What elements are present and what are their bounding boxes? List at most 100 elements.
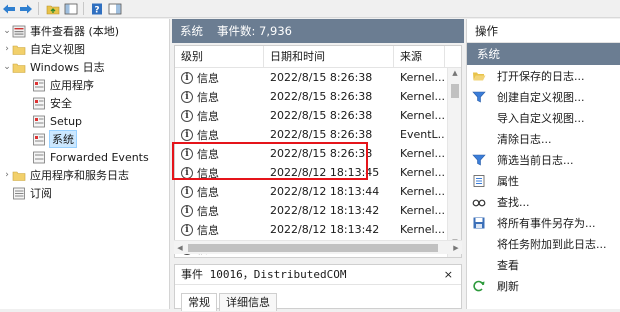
properties-pane-icon[interactable] [106,0,124,17]
table-row[interactable]: i 信息 2022/8/12 18:13:44 Kernel... [175,182,461,201]
scrollbar-thumb[interactable] [188,244,438,252]
log-icon [33,151,45,163]
info-icon: i [181,204,193,217]
tree-item-forwarded-events[interactable]: Forwarded Events [0,148,170,166]
tree-item-label: 自定义视图 [30,43,85,56]
cell-datetime: 2022/8/12 18:13:44 [270,185,380,198]
action-label: 将所有事件另存为... [497,216,596,230]
action-label: 清除日志... [497,132,552,146]
tab-details[interactable]: 详细信息 [219,293,277,311]
save-icon [471,216,487,230]
column-header-level[interactable]: 级别 [175,46,264,68]
tree-item-event-viewer-local[interactable]: ⌄ 事件查看器 (本地) [0,22,170,40]
table-row[interactable]: i 信息 2022/8/15 8:26:38 Kernel... [175,87,461,106]
tree-item-label: Setup [50,114,83,128]
cell-level: i 信息 [175,203,264,219]
folder-icon [12,45,26,55]
action-item[interactable]: 查找... [467,191,620,212]
action-label: 导入自定义视图... [497,111,585,125]
action-label: 属性 [497,174,519,188]
folder-icon [12,171,26,181]
tree-item-windows-logs[interactable]: ⌄ Windows 日志 [0,58,170,76]
vertical-scrollbar[interactable]: ▲ ▼ [447,68,461,257]
tree-item-apps-services-logs[interactable]: › 应用程序和服务日志 [0,166,170,184]
close-icon[interactable]: × [444,265,453,285]
blank-icon [471,258,487,272]
action-label: 刷新 [497,279,519,293]
forward-arrow-icon[interactable] [17,0,35,17]
action-item[interactable]: 打开保存的日志... [467,65,620,86]
action-label: 查看 [497,258,519,272]
event-detail-pane: 事件 10016，DistributedCOM × 常规 详细信息 [174,264,462,311]
event-title-text: 事件 10016，DistributedCOM [181,268,347,281]
tree-item-subscriptions[interactable]: 订阅 [0,184,170,202]
level-text: 信息 [197,90,219,104]
cell-source: Kernel... [400,71,445,84]
action-item[interactable]: 清除日志... [467,128,620,149]
tree-item-setup[interactable]: Setup [0,112,170,130]
find-icon [471,195,487,209]
tree-item-custom-views[interactable]: › 自定义视图 [0,40,170,58]
info-icon: i [181,109,193,122]
table-row[interactable]: i 信息 2022/8/15 8:26:38 Kernel... [175,106,461,125]
console-tree: ⌄ 事件查看器 (本地) › 自定义视图 ⌄ Windows 日志 应用程序 安… [0,19,170,309]
cell-source: Kernel... [400,185,445,198]
cell-source: Kernel... [400,204,445,217]
table-row[interactable]: i 信息 2022/8/15 8:26:38 Kernel... [175,68,461,87]
scrollbar-thumb[interactable] [451,84,459,98]
action-item[interactable]: 属性 [467,170,620,191]
column-header-datetime[interactable]: 日期和时间 [264,46,394,68]
scroll-left-icon[interactable]: ◀ [174,241,186,255]
action-item[interactable]: 将所有事件另存为... [467,212,620,233]
tab-general[interactable]: 常规 [181,293,217,311]
back-arrow-icon[interactable] [0,0,18,17]
chevron-right-icon[interactable]: › [2,170,12,180]
console-tree-icon[interactable] [62,0,80,17]
cell-datetime: 2022/8/15 8:26:38 [270,109,373,122]
actions-pane: 操作 系统 打开保存的日志... 创建自定义视图... 导入自定义视图... 清除日志… [466,19,620,309]
action-label: 查找... [497,195,530,209]
tree-item-label: 事件查看器 (本地) [30,25,120,38]
cell-datetime: 2022/8/15 8:26:38 [270,128,373,141]
chevron-down-icon[interactable]: ⌄ [2,62,12,72]
action-item[interactable]: 刷新 [467,275,620,296]
properties-icon [471,174,487,188]
blank-icon [471,111,487,125]
horizontal-scrollbar[interactable]: ◀ ▶ [174,240,462,254]
action-item[interactable]: 导入自定义视图... [467,107,620,128]
info-icon: i [181,71,193,84]
tree-item-label: 应用程序 [50,79,94,92]
help-icon[interactable]: ? [88,0,106,17]
action-label: 筛选当前日志... [497,153,574,167]
tree-item-application[interactable]: 应用程序 [0,76,170,94]
log-header: 系统 事件数: 7,936 [172,19,464,43]
filter-icon [471,153,487,167]
action-item[interactable]: 创建自定义视图... [467,86,620,107]
action-item[interactable]: 查看 [467,254,620,275]
chevron-down-icon[interactable]: ⌄ [2,26,12,36]
tree-item-label: Forwarded Events [50,150,149,164]
level-text: 信息 [197,109,219,123]
blank-icon [471,132,487,146]
column-header-source[interactable]: 来源 [394,46,445,68]
action-item[interactable]: 将任务附加到此日志... [467,233,620,254]
tree-item-system[interactable]: 系统 [0,130,170,148]
cell-datetime: 2022/8/15 8:26:38 [270,90,373,103]
action-item[interactable]: 筛选当前日志... [467,149,620,170]
table-row[interactable]: i 信息 2022/8/12 18:13:42 Kernel... [175,201,461,220]
folder-up-icon[interactable] [44,0,62,17]
chevron-right-icon[interactable]: › [2,44,12,54]
event-viewer-icon [12,25,26,37]
tree-item-label: 订阅 [30,187,52,200]
scroll-right-icon[interactable]: ▶ [450,241,462,255]
scroll-up-icon[interactable]: ▲ [448,69,461,77]
highlight-box [172,142,368,180]
log-icon [33,79,45,91]
action-label: 创建自定义视图... [497,90,585,104]
actions-section-system[interactable]: 系统 [467,43,620,65]
tree-item-security[interactable]: 安全 [0,94,170,112]
tree-item-label: 安全 [50,97,72,110]
info-icon: i [181,90,193,103]
table-row[interactable]: i 信息 2022/8/12 18:13:42 Kernel... [175,220,461,239]
cell-level: i 信息 [175,70,264,86]
